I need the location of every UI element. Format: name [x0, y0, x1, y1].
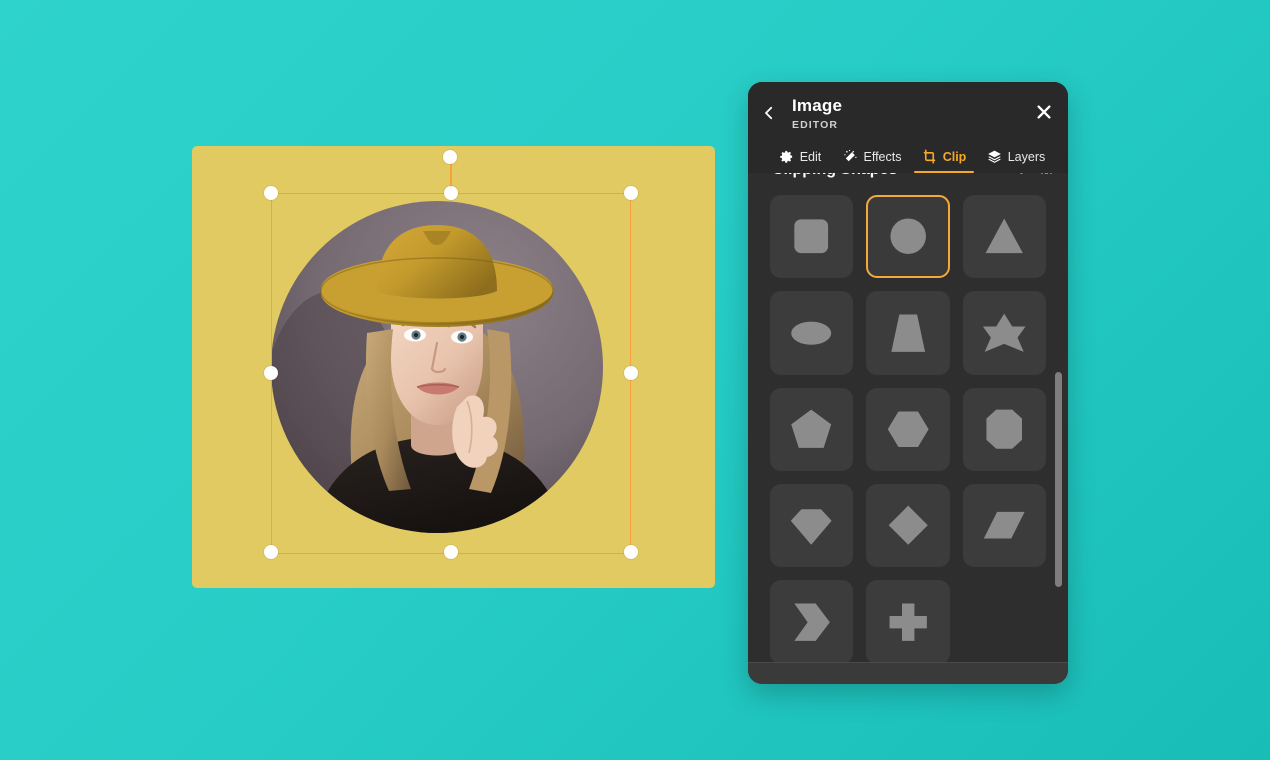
panel-footer [748, 662, 1068, 684]
shape-diamond[interactable] [866, 484, 950, 568]
rounded-square-icon [794, 219, 829, 254]
parallelogram-icon [983, 512, 1025, 540]
cross-icon [889, 603, 927, 641]
magic-wand-icon [843, 149, 857, 162]
handle-top-center[interactable] [444, 186, 458, 200]
tab-effects-label: Effects [863, 149, 902, 164]
handle-bottom-right[interactable] [624, 545, 638, 559]
shape-pentagon[interactable] [770, 387, 854, 472]
six-point-star-icon [983, 313, 1026, 352]
shape-cross[interactable] [866, 580, 950, 662]
gear-icon [779, 150, 792, 163]
clipping-shape-grid [770, 195, 1047, 662]
portrait-photo[interactable] [271, 201, 603, 533]
shape-parallelogram[interactable] [962, 484, 1047, 568]
handle-top-right[interactable] [624, 186, 638, 200]
shape-hexagon[interactable] [866, 387, 950, 472]
ellipse-icon [791, 321, 832, 345]
chevrons-up-icon[interactable] [1041, 173, 1052, 177]
tab-layers[interactable]: Layers [980, 143, 1052, 173]
rotation-handle[interactable] [443, 150, 457, 164]
handle-bottom-left[interactable] [264, 545, 278, 559]
crop-icon [923, 149, 935, 164]
shape-chevron[interactable] [770, 580, 854, 662]
handle-bottom-center[interactable] [444, 545, 458, 559]
shape-triangle[interactable] [962, 195, 1047, 279]
shape-grid-scrollbar[interactable] [1055, 189, 1062, 662]
octagon-icon [986, 409, 1023, 449]
image-editor-panel: Image EDITOR Edit Effects Clip Layers [748, 82, 1068, 684]
chevron-left-icon[interactable] [760, 104, 778, 122]
portrait-illustration [271, 201, 603, 533]
trapezoid-icon [891, 314, 925, 352]
tab-edit-label: Edit [799, 149, 822, 164]
pentagon-icon [791, 409, 832, 449]
panel-subtitle: EDITOR [792, 119, 839, 131]
handle-top-left[interactable] [264, 186, 278, 200]
handle-middle-left[interactable] [264, 366, 278, 380]
kite-icon [791, 509, 833, 546]
shape-rounded-square[interactable] [770, 195, 854, 279]
shape-kite[interactable] [770, 484, 854, 568]
shape-grid-scroll-area[interactable] [748, 189, 1068, 662]
handle-middle-right[interactable] [624, 366, 638, 380]
hexagon-icon [887, 411, 929, 448]
panel-title-block: Image EDITOR [792, 96, 1052, 131]
triangle-icon [985, 218, 1024, 254]
shape-octagon[interactable] [962, 387, 1047, 472]
section-header: Clipping Shapes [748, 173, 1068, 189]
close-icon[interactable] [1034, 102, 1054, 122]
page-title: Image [792, 96, 843, 115]
shape-circle[interactable] [866, 195, 950, 279]
panel-header: Image EDITOR Edit Effects Clip Layers [748, 82, 1068, 173]
shape-trapezoid[interactable] [866, 291, 950, 375]
chevron-down-icon[interactable] [1016, 173, 1027, 177]
scrollbar-thumb[interactable] [1055, 372, 1062, 587]
layers-icon [987, 150, 1001, 163]
chevron-icon [794, 603, 831, 641]
tab-layers-label: Layers [1007, 149, 1046, 164]
tab-clip[interactable]: Clip [908, 143, 980, 173]
tab-bar: Edit Effects Clip Layers [764, 143, 1052, 173]
circle-icon [890, 218, 926, 255]
tab-edit[interactable]: Edit [764, 143, 836, 173]
section-title: Clipping Shapes [772, 173, 897, 179]
tab-effects[interactable]: Effects [836, 143, 908, 173]
diamond-icon [888, 506, 928, 546]
shape-six-point-star[interactable] [962, 291, 1047, 375]
shape-ellipse[interactable] [770, 291, 854, 375]
tab-clip-label: Clip [942, 149, 967, 164]
